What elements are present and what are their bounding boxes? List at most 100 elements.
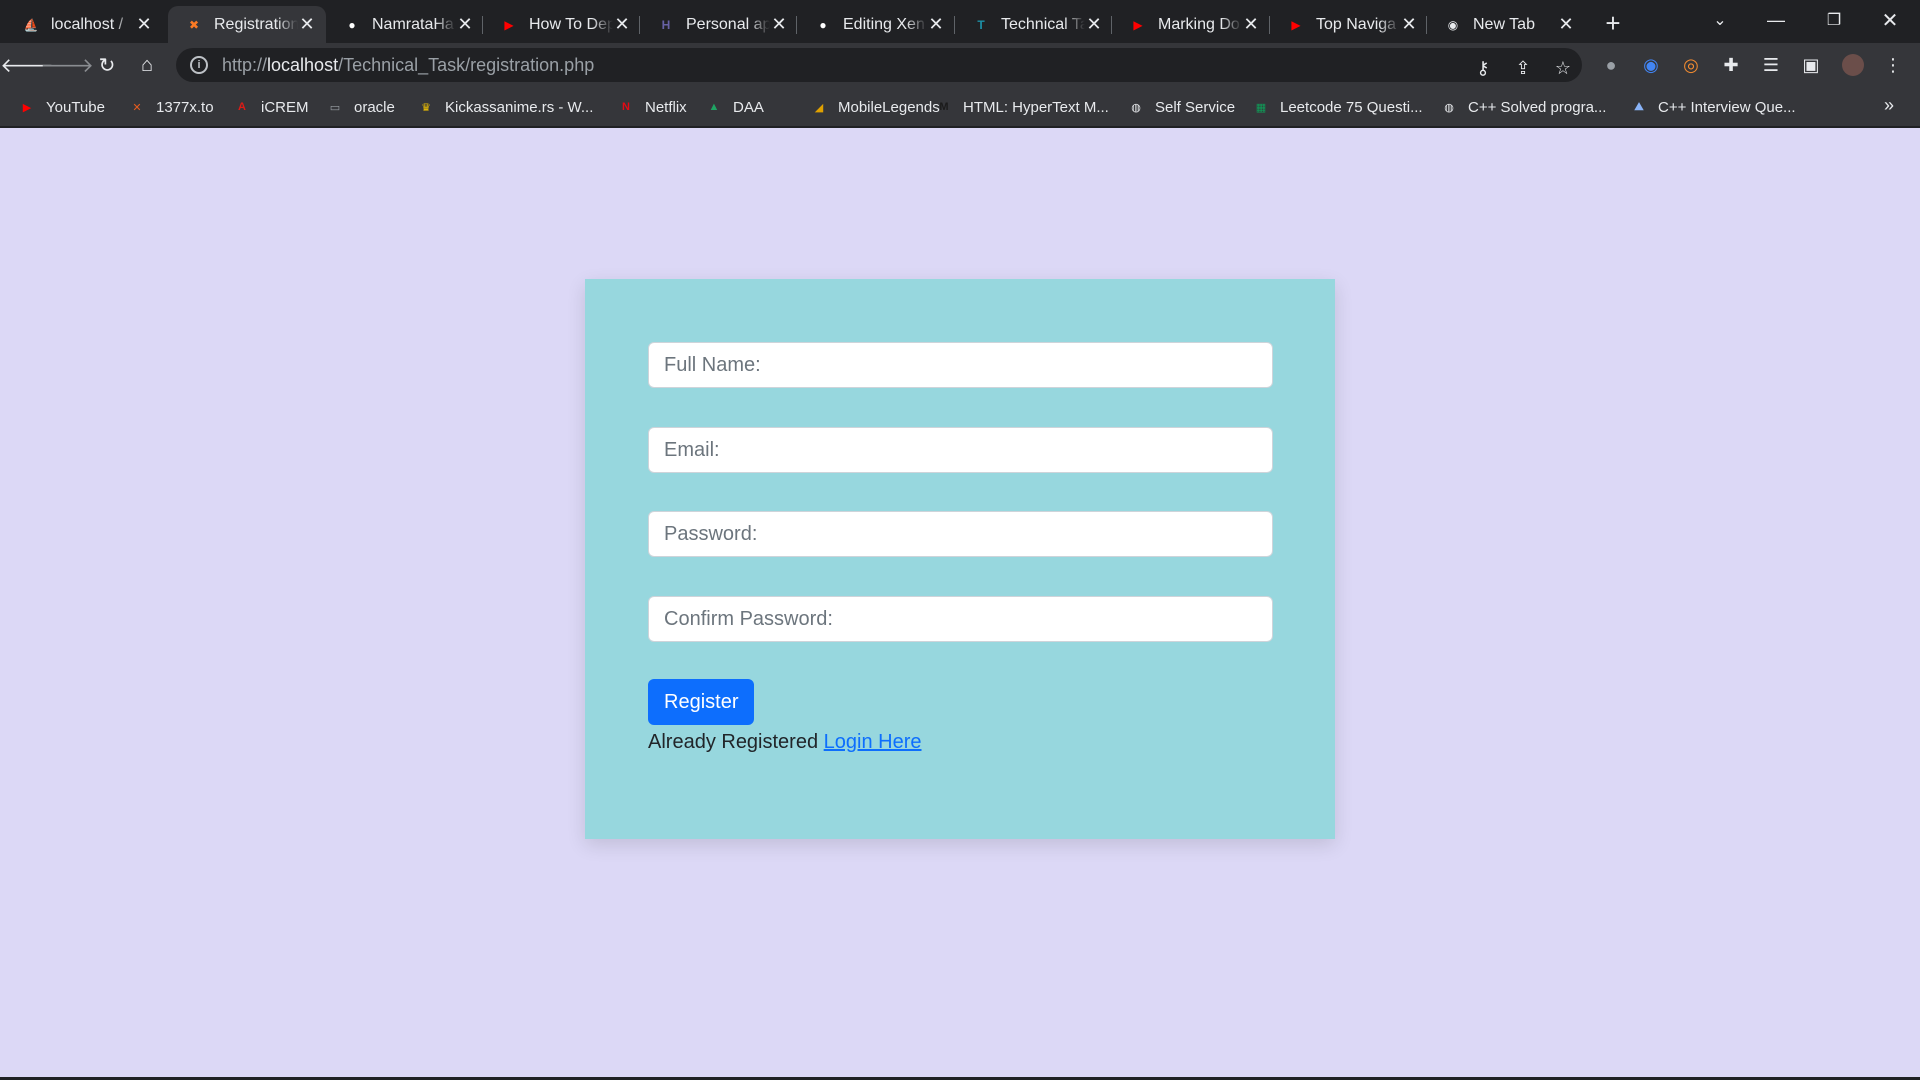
bookmark-item[interactable]: ◍ C++ Solved progra... — [1440, 95, 1606, 119]
bookmark-label: C++ Interview Que... — [1658, 98, 1796, 116]
close-tab-icon[interactable]: ✕ — [927, 14, 945, 35]
confirm-password-field[interactable] — [648, 596, 1273, 642]
browser-tab[interactable]: T Technical Ta ✕ — [955, 6, 1113, 43]
bookmark-item[interactable]: ♛ Kickassanime.rs - W... — [417, 95, 593, 119]
extension-blue-icon[interactable]: ◉ — [1640, 54, 1662, 76]
github-icon: ● — [819, 17, 827, 32]
new-tab-button[interactable]: + — [1598, 8, 1628, 38]
register-button[interactable]: Register — [648, 679, 755, 725]
home-button[interactable]: ⌂ — [131, 49, 163, 81]
close-tab-icon[interactable]: ✕ — [1242, 14, 1260, 35]
browser-tab[interactable]: ▶ How To Dep ✕ — [483, 6, 641, 43]
mdn-icon: M — [939, 101, 949, 113]
key-icon[interactable]: ⚷ — [1468, 53, 1498, 83]
youtube-icon: ▶ — [22, 101, 32, 114]
tab-separator — [954, 16, 955, 34]
already-registered-text: Already Registered — [648, 731, 819, 753]
already-registered-line: Already Registered Login Here — [648, 731, 922, 754]
bookmark-item[interactable]: ◍ Self Service — [1127, 95, 1235, 119]
restore-button[interactable]: ❐ — [1806, 0, 1862, 40]
bookmark-item[interactable]: ▦ Leetcode 75 Questi... — [1252, 95, 1423, 119]
url-host: localhost — [267, 54, 339, 75]
browser-tab[interactable]: ● Editing Xen ✕ — [797, 6, 955, 43]
close-tab-icon[interactable]: ✕ — [456, 14, 474, 35]
bookmark-item[interactable]: ▲ DAA — [705, 95, 764, 119]
more-bookmarks-chevron-icon[interactable]: » — [1884, 95, 1894, 116]
youtube-icon: ▶ — [504, 17, 514, 32]
tab-title: How To Dep — [529, 15, 613, 33]
browser-tab[interactable]: ▶ Top Naviga ✕ — [1270, 6, 1428, 43]
close-tab-icon[interactable]: ✕ — [613, 14, 631, 35]
extension-orange-icon[interactable]: ◎ — [1680, 54, 1702, 76]
reload-button[interactable]: ↻ — [91, 49, 123, 81]
browser-tab[interactable]: ● NamrataHa ✕ — [326, 6, 484, 43]
close-tab-icon[interactable]: ✕ — [770, 14, 788, 35]
folder-icon: ▭ — [329, 101, 341, 114]
side-panel-icon[interactable]: ▣ — [1800, 54, 1822, 76]
back-button[interactable]: 🡐 — [0, 49, 54, 81]
close-window-button[interactable]: ✕ — [1862, 0, 1918, 40]
url-text[interactable]: http://localhost/Technical_Task/registra… — [222, 55, 594, 76]
fullname-field[interactable] — [648, 342, 1273, 388]
bookmark-item[interactable]: ✕ 1377x.to — [128, 95, 214, 119]
tab-title: NamrataHa — [372, 15, 454, 33]
heroku-icon: H — [661, 17, 671, 32]
youtube-icon: ▶ — [1291, 17, 1301, 32]
tab-title: Top Naviga — [1316, 15, 1397, 33]
profile-avatar[interactable] — [1842, 54, 1864, 76]
close-tab-icon[interactable]: ✕ — [1557, 14, 1575, 35]
bookmark-item[interactable]: ▭ oracle — [326, 95, 395, 119]
bookmark-item[interactable]: AiCREM — [233, 95, 308, 119]
tab-title: Technical Ta — [1001, 15, 1085, 33]
browser-tab[interactable]: ✖ Registration ✕ — [168, 6, 326, 43]
globe-icon: ◍ — [1444, 101, 1454, 114]
sheets-icon: ▦ — [1255, 101, 1267, 114]
bookmark-label: MobileLegends — [838, 98, 940, 116]
tab-search-chevron-icon[interactable]: ⌄ — [1692, 0, 1748, 40]
close-tab-icon[interactable]: ✕ — [1400, 14, 1418, 35]
email-field[interactable] — [648, 427, 1273, 473]
xampp-icon: ✖ — [188, 17, 200, 32]
globe-icon: ◍ — [1131, 101, 1141, 114]
tab-title: Registration — [214, 15, 298, 33]
bookmark-label: 1377x.to — [156, 98, 214, 116]
media-queue-icon[interactable]: ☰ — [1760, 54, 1782, 76]
extensions-puzzle-icon[interactable]: ✚ — [1720, 54, 1742, 76]
login-link[interactable]: Login Here — [824, 731, 922, 753]
forward-button[interactable]: 🡒 — [40, 49, 94, 81]
bookmarks-bar: ▶ YouTube ✕ 1377x.to AiCREM ▭ oracle ♛ Kickassan… — [0, 87, 1920, 127]
tab-separator — [482, 16, 483, 34]
bookmark-item[interactable]: ◢ MobileLegends — [810, 95, 940, 119]
tab-separator — [1269, 16, 1270, 34]
bookmark-item[interactable]: M HTML: HyperText M... — [935, 95, 1108, 119]
browser-tab[interactable]: ⛵ localhost / ✕ — [5, 6, 163, 43]
browser-tab[interactable]: ▶ Marking Do ✕ — [1112, 6, 1270, 43]
extension-mouse-icon[interactable]: ● — [1600, 54, 1622, 76]
menu-kebab-icon[interactable]: ⋮ — [1882, 54, 1904, 76]
address-bar[interactable]: i http://localhost/Technical_Task/regist… — [176, 48, 1582, 82]
bookmark-label: oracle — [354, 98, 395, 116]
github-icon: ● — [348, 17, 356, 32]
url-scheme: http:// — [222, 54, 268, 75]
browser-tab[interactable]: H Personal ap ✕ — [640, 6, 798, 43]
tab-title: localhost / — [51, 15, 124, 33]
site-info-icon[interactable]: i — [190, 56, 208, 74]
bookmark-item[interactable]: N Netflix — [617, 95, 687, 119]
browser-tab[interactable]: ◉ New Tab ✕ — [1427, 6, 1585, 43]
phpmyadmin-icon: ⛵ — [23, 17, 39, 32]
drive-icon: ▲ — [708, 101, 720, 113]
close-tab-icon[interactable]: ✕ — [298, 14, 316, 35]
minimize-button[interactable]: — — [1748, 0, 1804, 40]
bookmark-item[interactable]: ▶ YouTube — [18, 95, 105, 119]
bookmark-label: Self Service — [1155, 98, 1236, 116]
bookmark-label: DAA — [733, 98, 764, 116]
youtube-icon: ▶ — [1133, 17, 1143, 32]
close-tab-icon[interactable]: ✕ — [1085, 14, 1103, 35]
mountain-icon: ⛰ — [1634, 100, 1644, 113]
bookmark-item[interactable]: ⛰ C++ Interview Que... — [1630, 95, 1796, 119]
bookmark-star-icon[interactable]: ☆ — [1548, 53, 1578, 83]
share-icon[interactable]: ⇪ — [1508, 53, 1538, 83]
tab-title: Personal ap — [686, 15, 770, 33]
password-field[interactable] — [648, 511, 1273, 557]
close-tab-icon[interactable]: ✕ — [135, 14, 153, 35]
